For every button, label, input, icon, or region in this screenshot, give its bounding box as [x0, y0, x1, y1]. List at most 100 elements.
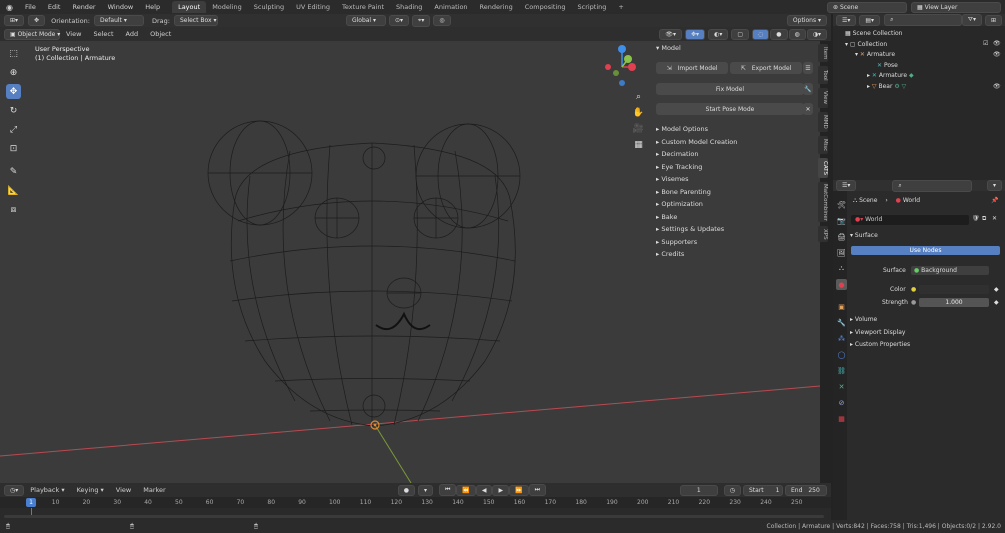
data-tab-icon[interactable]: ✕	[836, 381, 847, 392]
eye-armature-icon[interactable]: 👁	[993, 51, 1001, 58]
object-tab-icon[interactable]: ▣	[836, 301, 847, 312]
options-dropdown[interactable]: Options ▾	[786, 15, 827, 26]
tab-sculpting[interactable]: Sculpting	[248, 1, 290, 13]
section-visemes[interactable]: ▸ Visemes	[656, 175, 689, 183]
volume-panel-header[interactable]: ▸ Volume	[850, 316, 877, 323]
proportional-edit-icon[interactable]: ◎	[433, 15, 451, 26]
cursor-icon[interactable]: ⊕	[6, 65, 21, 80]
unlink-world-icon[interactable]: ✕	[992, 215, 997, 222]
menu-playback[interactable]: Playback ▾	[24, 486, 70, 494]
menu-select[interactable]: Select	[87, 30, 119, 38]
scene-tab-icon[interactable]: ⛬	[836, 263, 847, 274]
tab-compositing[interactable]: Compositing	[519, 1, 572, 13]
duplicate-world-icon[interactable]: ⧉	[982, 215, 986, 223]
jump-end-icon[interactable]: ⏭	[528, 484, 546, 496]
eye-collection-icon[interactable]: 👁	[993, 40, 1001, 47]
shading-solid-icon[interactable]: ●	[770, 28, 788, 40]
section-optimization[interactable]: ▸ Optimization	[656, 200, 703, 208]
menu-window[interactable]: Window	[102, 3, 140, 11]
record-icon[interactable]: ●	[397, 484, 415, 496]
properties-options-icon[interactable]: ▾	[986, 180, 1002, 191]
properties-search-input[interactable]: ⌕	[892, 179, 973, 192]
world-selector[interactable]: ●▾ World	[851, 215, 969, 225]
section-custom-model-creation[interactable]: ▸ Custom Model Creation	[656, 138, 737, 146]
scale-icon[interactable]: ⤢	[6, 122, 21, 137]
transform-icon[interactable]: ⊡	[6, 141, 21, 156]
menu-object[interactable]: Object	[144, 30, 177, 38]
model-panel-header[interactable]: ▾ Model	[656, 44, 681, 52]
timeline-editor-icon[interactable]: ◷▾	[4, 484, 25, 496]
overlay-icon[interactable]: ◐▾	[708, 28, 729, 40]
menu-hamburger-icon[interactable]: ☰	[803, 62, 813, 74]
preview-range-icon[interactable]: ◷	[723, 484, 741, 496]
outliner-collection[interactable]: ▾ ▢ Collection	[845, 41, 887, 48]
bone-tab-icon[interactable]: ⊘	[836, 397, 847, 408]
section-credits[interactable]: ▸ Credits	[656, 250, 684, 258]
color-swatch[interactable]	[919, 285, 989, 294]
menu-edit[interactable]: Edit	[42, 3, 67, 11]
custom-properties-panel-header[interactable]: ▸ Custom Properties	[850, 341, 910, 348]
start-frame-field[interactable]: Start 1	[743, 484, 783, 496]
sidetab-item[interactable]: Item	[818, 44, 828, 62]
section-decimation[interactable]: ▸ Decimation	[656, 150, 699, 158]
rotate-icon[interactable]: ↻	[6, 103, 21, 118]
select-box-icon[interactable]: ⬚	[6, 46, 21, 61]
outliner-armature[interactable]: ▾ ✕ Armature	[855, 51, 895, 58]
surface-panel-header[interactable]: ▾ Surface	[850, 232, 878, 239]
surface-shader-field[interactable]: ● Background	[911, 266, 989, 275]
texture-tab-icon[interactable]: ▦	[836, 413, 847, 424]
sidetab-misc[interactable]: Misc	[818, 136, 828, 154]
use-nodes-button[interactable]: Use Nodes	[851, 246, 1000, 255]
outliner-search-input[interactable]: ⌕	[884, 14, 962, 26]
properties-editor-icon[interactable]: ☰▾	[836, 180, 857, 191]
frame-ruler[interactable]: 1 10 20 30 40 50 60 70 80 90 100 110 120 130 140 150 16…	[0, 497, 831, 508]
outliner-armature-data[interactable]: ▸ ✕ Armature ◆	[867, 72, 914, 79]
section-bone-parenting[interactable]: ▸ Bone Parenting	[656, 188, 711, 196]
snap-icon[interactable]: ⌖▾	[412, 14, 431, 27]
render-tab-icon[interactable]: 📷	[836, 215, 847, 226]
add-workspace-button[interactable]: +	[612, 1, 629, 13]
sidetab-matcombiner[interactable]: MatCombiner	[818, 182, 828, 222]
pivot-icon[interactable]: ⊙▾	[388, 15, 409, 26]
tab-uv-editing[interactable]: UV Editing	[290, 1, 336, 13]
pose-options-icon[interactable]: ✕	[803, 103, 813, 115]
xray-icon[interactable]: ▢	[731, 28, 749, 40]
section-supporters[interactable]: ▸ Supporters	[656, 238, 697, 246]
menu-render[interactable]: Render	[66, 3, 101, 11]
sidetab-mmd[interactable]: MMD	[818, 112, 828, 132]
drag-dropdown[interactable]: Select Box ▾	[173, 15, 218, 26]
menu-marker[interactable]: Marker	[137, 486, 171, 494]
editor-type-icon[interactable]: ⊞▾	[4, 15, 25, 26]
tool-tab-icon[interactable]: 🛠	[836, 199, 847, 210]
menu-help[interactable]: Help	[139, 3, 166, 11]
jump-start-icon[interactable]: ⏮	[438, 484, 457, 496]
physics-tab-icon[interactable]: ◯	[836, 349, 847, 360]
tab-texture-paint[interactable]: Texture Paint	[336, 1, 390, 13]
sidetab-xps[interactable]: XPS	[818, 226, 828, 242]
transform-orientation-dropdown[interactable]: Global ▾	[345, 15, 386, 26]
particles-tab-icon[interactable]: ⁂	[836, 333, 847, 344]
checkbox-collection-icon[interactable]: ☑	[983, 40, 988, 47]
shading-wireframe-icon[interactable]: ◌	[752, 28, 770, 40]
move-icon[interactable]: ✥	[6, 84, 21, 99]
view-layer-tab-icon[interactable]: 🖼	[836, 247, 847, 258]
tab-modeling[interactable]: Modeling	[206, 1, 248, 13]
ortho-grid-icon[interactable]: ▦	[631, 137, 646, 152]
eye-bear-icon[interactable]: 👁	[993, 83, 1001, 90]
export-model-button[interactable]: ⇱ Export Model	[730, 62, 802, 74]
mode-dropdown[interactable]: ▣ Object Mode ▾	[4, 28, 60, 40]
outliner-bear[interactable]: ▸ ▽ Bear ⚙ ▽	[867, 83, 906, 90]
tab-scripting[interactable]: Scripting	[572, 1, 613, 13]
viewport-display-panel-header[interactable]: ▸ Viewport Display	[850, 329, 905, 336]
current-frame-field[interactable]: 1	[679, 484, 718, 496]
outliner-scene-collection[interactable]: ▦ Scene Collection	[845, 30, 902, 37]
strength-keyframe-icon[interactable]: ◆	[994, 299, 999, 306]
output-tab-icon[interactable]: 🖨	[836, 231, 847, 242]
measure-icon[interactable]: 📐	[6, 183, 21, 198]
filter-icon[interactable]: ⛛▾	[961, 14, 982, 26]
section-model-options[interactable]: ▸ Model Options	[656, 125, 708, 133]
sidetab-view[interactable]: View	[818, 88, 828, 108]
play-icon[interactable]: ▶	[492, 484, 510, 496]
menu-file[interactable]: File	[19, 3, 42, 11]
next-keyframe-icon[interactable]: ⏩	[509, 484, 529, 496]
